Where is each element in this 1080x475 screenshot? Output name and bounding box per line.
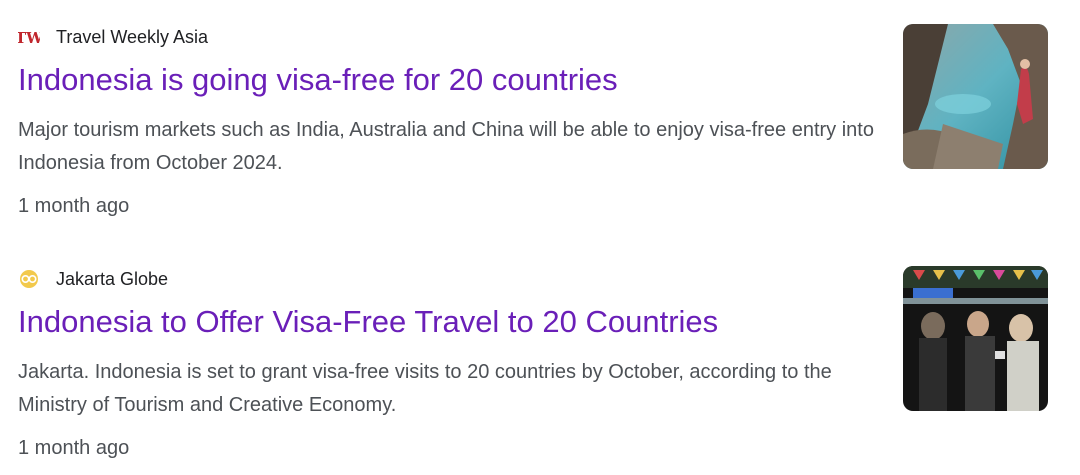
result-snippet: Jakarta. Indonesia is set to grant visa-… [18,361,832,416]
result-snippet: Major tourism markets such as India, Aus… [18,119,874,174]
result-timestamp: 1 month ago [18,195,130,217]
night-market-thumbnail[interactable] [903,266,1048,411]
source-row[interactable]: Jakarta Globe [18,264,168,294]
source-name[interactable]: Jakarta Globe [56,264,168,294]
result-title-link[interactable]: Indonesia is going visa-free for 20 coun… [18,58,618,102]
jakarta-globe-logo-icon [18,268,40,290]
result-timestamp: 1 month ago [18,437,130,459]
source-row[interactable]: TW Travel Weekly Asia [18,22,208,52]
result-title-link[interactable]: Indonesia to Offer Visa-Free Travel to 2… [18,300,718,344]
source-name[interactable]: Travel Weekly Asia [56,22,208,52]
travel-weekly-logo-icon: TW [18,26,40,48]
svg-text:TW: TW [18,29,40,47]
coastal-cliff-thumbnail[interactable] [903,24,1048,169]
